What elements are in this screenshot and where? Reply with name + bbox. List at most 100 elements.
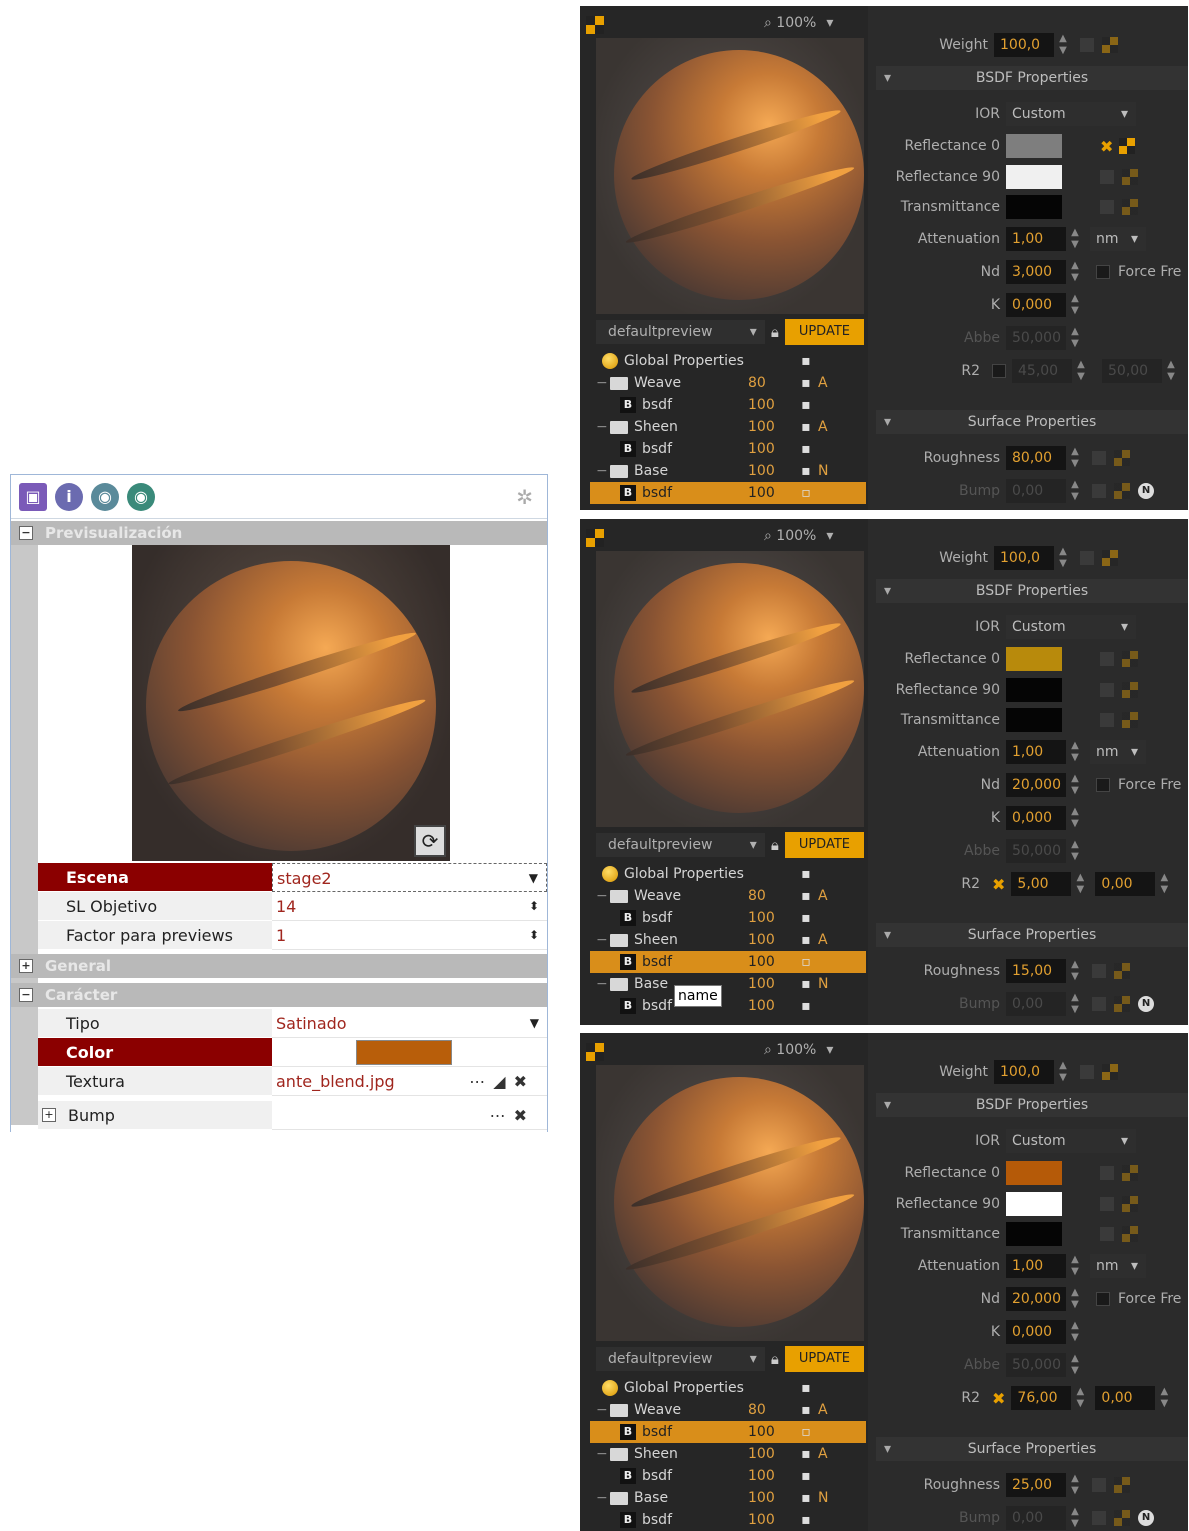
row-tipo[interactable]: Tipo Satinado ▼ xyxy=(38,1009,547,1038)
reflectance-0-swatch[interactable] xyxy=(1006,134,1062,158)
r2b-field[interactable]: 0,00 xyxy=(1095,1386,1156,1410)
surface-properties-header[interactable]: Surface Properties xyxy=(876,1437,1188,1461)
r2a-field[interactable]: 5,00 xyxy=(1011,872,1072,896)
visibility-dot[interactable]: ▪ xyxy=(794,394,818,416)
k-field[interactable]: 0,000 xyxy=(1006,293,1066,317)
expand-icon[interactable]: + xyxy=(42,1108,56,1122)
checker-icon[interactable] xyxy=(586,1043,604,1061)
texture-slot-icon[interactable] xyxy=(1092,997,1106,1011)
fold-toggle[interactable]: − xyxy=(596,460,608,482)
checker-icon[interactable] xyxy=(1122,1226,1138,1242)
checker-icon[interactable] xyxy=(1102,550,1118,566)
update-button[interactable]: UPDATE xyxy=(784,319,864,345)
unit-dropdown[interactable]: nm xyxy=(1090,740,1146,764)
texture-slot-icon[interactable] xyxy=(1100,1166,1114,1180)
texture-slot-icon[interactable] xyxy=(1080,551,1094,565)
preset-dropdown[interactable]: defaultpreview xyxy=(596,833,765,857)
texture-slot-icon[interactable] xyxy=(1092,451,1106,465)
info-icon[interactable]: i xyxy=(55,482,83,511)
tree-row[interactable]: − Weave 80 ▪ A xyxy=(590,372,866,394)
row-bump[interactable]: + Bump ⋯✖ xyxy=(38,1101,547,1130)
attenuation-field[interactable]: 1,00 xyxy=(1006,227,1066,251)
weight-field[interactable]: 100,0 xyxy=(994,1060,1054,1084)
texture-slot-icon[interactable] xyxy=(1100,1197,1114,1211)
zoom-control[interactable]: ⌕ 100% ▾ xyxy=(764,528,833,544)
tree-row[interactable]: Global Properties ▪ xyxy=(590,1377,866,1399)
checker-icon[interactable] xyxy=(1114,996,1130,1012)
section-caracter[interactable]: − Carácter xyxy=(11,983,547,1007)
texture-slot-icon[interactable] xyxy=(1100,683,1114,697)
ior-dropdown[interactable]: Custom xyxy=(1006,1129,1136,1153)
reflectance-90-swatch[interactable] xyxy=(1006,678,1062,702)
spinner-icon[interactable]: ▲ ▼ xyxy=(1157,872,1171,896)
unit-dropdown[interactable]: nm xyxy=(1090,227,1146,251)
tree-row[interactable]: Bbsdf 100 ▫ xyxy=(590,482,866,504)
material-icon[interactable]: ▣ xyxy=(19,482,47,511)
roughness-field[interactable]: 15,00 xyxy=(1006,959,1066,983)
spinner-icon[interactable]: ▲ ▼ xyxy=(1068,227,1082,251)
chevron-down-icon[interactable]: ▾ xyxy=(826,1042,833,1058)
surface-properties-header[interactable]: Surface Properties xyxy=(876,923,1188,947)
update-button[interactable]: UPDATE xyxy=(784,1346,864,1372)
spinner-icon[interactable]: ▲ ▼ xyxy=(1068,1254,1082,1278)
normal-map-icon[interactable]: N xyxy=(1138,483,1154,499)
normal-map-icon[interactable]: N xyxy=(1138,996,1154,1012)
fold-toggle[interactable]: − xyxy=(596,1487,608,1509)
visibility-dot[interactable]: ▪ xyxy=(794,1377,818,1399)
checker-icon[interactable] xyxy=(1122,169,1138,185)
row-sl-objetivo[interactable]: SL Objetivo 14 ⬍ xyxy=(38,892,547,921)
preset-dropdown[interactable]: defaultpreview xyxy=(596,320,765,344)
settings-icon[interactable]: ✲ xyxy=(516,485,533,509)
transmittance-swatch[interactable] xyxy=(1006,708,1062,732)
visibility-dot[interactable]: ▪ xyxy=(794,885,818,907)
texture-actions-icon[interactable]: ⋯◢✖ xyxy=(469,1067,535,1096)
tree-row[interactable]: − Sheen 100 ▪ A xyxy=(590,929,866,951)
nd-field[interactable]: 20,000 xyxy=(1006,1287,1066,1311)
dropdown-arrow-icon[interactable]: ▼ xyxy=(530,1009,539,1038)
zoom-control[interactable]: ⌕ 100% ▾ xyxy=(764,1042,833,1058)
weight-field[interactable]: 100,0 xyxy=(994,546,1054,570)
world-icon[interactable]: ◉ xyxy=(127,482,155,511)
visibility-dot[interactable]: ▪ xyxy=(794,1487,818,1509)
reflectance-0-swatch[interactable] xyxy=(1006,1161,1062,1185)
texture-slot-icon[interactable] xyxy=(1092,1511,1106,1525)
row-color[interactable]: Color xyxy=(38,1038,547,1067)
weight-field[interactable]: 100,0 xyxy=(994,33,1054,57)
tree-row[interactable]: − Sheen 100 ▪ A xyxy=(590,1443,866,1465)
color-swatch[interactable] xyxy=(356,1040,452,1065)
checker-icon[interactable] xyxy=(1122,712,1138,728)
tree-row[interactable]: − Weave 80 ▪ A xyxy=(590,885,866,907)
visibility-dot[interactable]: ▪ xyxy=(794,1443,818,1465)
ior-dropdown[interactable]: Custom xyxy=(1006,615,1136,639)
tree-row[interactable]: − Sheen 100 ▪ A xyxy=(590,416,866,438)
visibility-dot[interactable]: ▪ xyxy=(794,1399,818,1421)
section-general[interactable]: + General xyxy=(11,954,547,978)
k-field[interactable]: 0,000 xyxy=(1006,1320,1066,1344)
texture-slot-icon[interactable] xyxy=(1092,964,1106,978)
tree-row[interactable]: Bbsdf 100 ▪ xyxy=(590,1509,866,1531)
row-value[interactable]: stage2 ▼ xyxy=(272,863,547,892)
chevron-down-icon[interactable]: ▾ xyxy=(826,528,833,544)
checker-icon[interactable] xyxy=(1102,1064,1118,1080)
row-value[interactable]: ante_blend.jpg ⋯◢✖ xyxy=(272,1067,547,1096)
visibility-dot[interactable]: ▪ xyxy=(794,973,818,995)
texture-slot-icon[interactable] xyxy=(1100,713,1114,727)
row-value[interactable]: 14 ⬍ xyxy=(272,892,547,921)
texture-slot-icon[interactable] xyxy=(1080,1065,1094,1079)
nd-field[interactable]: 20,000 xyxy=(1006,773,1066,797)
spinner-icon[interactable]: ▲ ▼ xyxy=(1068,773,1082,797)
transmittance-swatch[interactable] xyxy=(1006,1222,1062,1246)
spinner-icon[interactable]: ▲ ▼ xyxy=(1068,806,1082,830)
texture-slot-icon[interactable] xyxy=(1100,200,1114,214)
ior-dropdown[interactable]: Custom xyxy=(1006,102,1136,126)
reflectance-90-swatch[interactable] xyxy=(1006,165,1062,189)
tree-row[interactable]: − Base 100 ▪ N xyxy=(590,973,866,995)
tree-row[interactable]: Bbsdf 100 ▫ xyxy=(590,951,866,973)
fold-toggle[interactable]: − xyxy=(596,885,608,907)
surface-properties-header[interactable]: Surface Properties xyxy=(876,410,1188,434)
spinner-icon[interactable]: ▲ ▼ xyxy=(1068,446,1082,470)
row-value[interactable]: ⋯✖ xyxy=(272,1101,547,1130)
checker-icon[interactable] xyxy=(1122,651,1138,667)
spinner-icon[interactable]: ▲ ▼ xyxy=(1068,740,1082,764)
tree-row[interactable]: Global Properties ▪ xyxy=(590,350,866,372)
